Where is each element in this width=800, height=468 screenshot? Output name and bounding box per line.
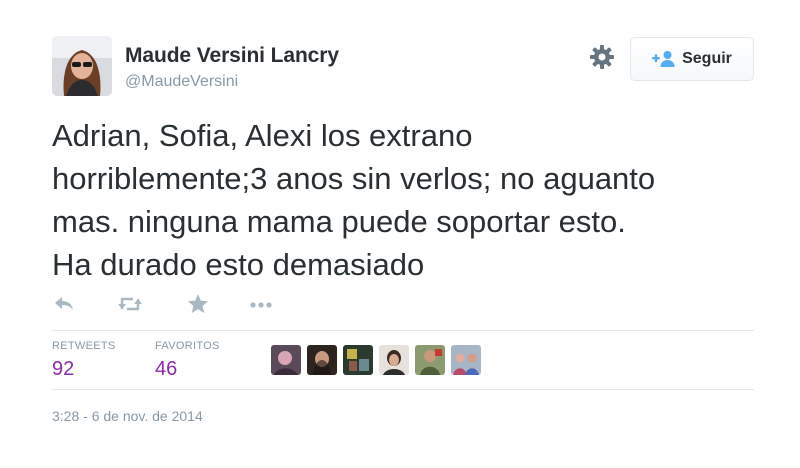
tweet-timestamp[interactable]: 3:28 - 6 de nov. de 2014 xyxy=(52,408,203,424)
tweet-card: Maude Versini Lancry @MaudeVersini Segui… xyxy=(0,0,800,468)
more-icon[interactable] xyxy=(248,292,276,316)
gear-icon[interactable] xyxy=(589,44,615,70)
favoriter-avatar[interactable] xyxy=(415,345,445,375)
divider xyxy=(52,389,754,390)
favorites-label: FAVORITOS xyxy=(155,340,220,352)
add-user-icon xyxy=(652,50,676,68)
divider xyxy=(52,330,754,331)
tweet-text-line: mas. ninguna mama puede soportar esto. xyxy=(52,204,626,239)
tweet-text-line: horriblemente;3 anos sin verlos; no agua… xyxy=(52,161,656,196)
tweet-text-line: Ha durado esto demasiado xyxy=(52,247,425,282)
favorite-star-icon[interactable] xyxy=(186,292,210,316)
tweet-text-line: Adrian, Sofia, Alexi los extrano xyxy=(52,118,473,153)
favorites-stat[interactable]: FAVORITOS 46 xyxy=(155,340,220,381)
favoriter-avatar[interactable] xyxy=(451,345,481,375)
reply-icon[interactable] xyxy=(52,292,76,316)
favoriter-avatar[interactable] xyxy=(343,345,373,375)
avatar-photo xyxy=(52,36,112,96)
retweets-count: 92 xyxy=(52,358,75,380)
follow-button[interactable]: Seguir xyxy=(630,37,754,81)
user-handle[interactable]: @MaudeVersini xyxy=(125,73,238,91)
tweet-actions xyxy=(52,292,312,316)
retweets-label: RETWEETS xyxy=(52,340,116,352)
retweets-stat[interactable]: RETWEETS 92 xyxy=(52,340,116,381)
user-avatar[interactable] xyxy=(52,36,112,96)
favorites-count: 46 xyxy=(155,358,178,380)
user-name[interactable]: Maude Versini Lancry xyxy=(125,44,339,68)
favoriter-avatar[interactable] xyxy=(307,345,337,375)
favoriter-avatar[interactable] xyxy=(379,345,409,375)
follow-button-label: Seguir xyxy=(682,50,732,67)
retweet-icon[interactable] xyxy=(116,292,144,316)
favoriters-avatars xyxy=(271,345,481,375)
tweet-text: Adrian, Sofia, Alexi los extrano horribl… xyxy=(52,114,772,286)
favoriter-avatar[interactable] xyxy=(271,345,301,375)
